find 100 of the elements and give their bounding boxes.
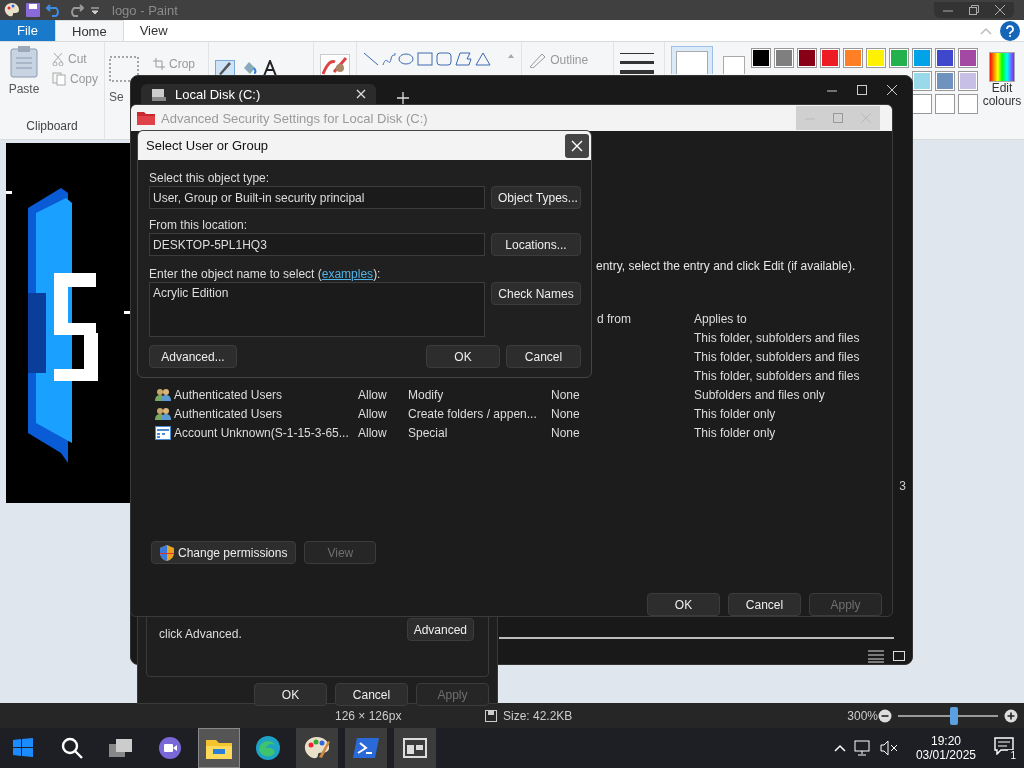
input-field[interactable]: DESKTOP-5PL1HQ3: [149, 233, 485, 256]
help-icon[interactable]: [1000, 20, 1020, 41]
ribbon-tab[interactable]: File: [0, 20, 55, 41]
paste-label[interactable]: Paste: [8, 82, 40, 96]
colour-swatch[interactable]: [958, 71, 978, 91]
explorer-tab[interactable]: Local Disk (C:): [141, 84, 376, 104]
field-label: From this location:: [149, 217, 249, 233]
colour-swatch[interactable]: [797, 48, 817, 68]
table-cell-text: Subfolders and files only: [694, 387, 826, 403]
drive-icon: [151, 86, 167, 102]
line-size-icon[interactable]: [620, 52, 655, 74]
shield-icon: [160, 544, 174, 561]
table-cell[interactable]: Authenticated Users: [174, 407, 283, 421]
colour-swatch[interactable]: [935, 94, 955, 114]
windows-icon: [12, 737, 34, 759]
dialog-button[interactable]: OK: [254, 683, 327, 706]
colour-swatch[interactable]: [935, 48, 955, 68]
colour-swatch[interactable]: [843, 48, 863, 68]
advanced-button[interactable]: Advanced...: [149, 345, 237, 368]
check-names-button[interactable]: Check Names: [491, 282, 581, 305]
close-button[interactable]: [565, 133, 589, 158]
details-view-icon[interactable]: [868, 649, 884, 663]
clock-time[interactable]: 19:20: [930, 734, 961, 748]
redo-icon[interactable]: [68, 3, 84, 17]
question-icon: [1005, 24, 1015, 37]
colour-swatch[interactable]: [912, 48, 932, 68]
colour-swatch[interactable]: [958, 48, 978, 68]
colour-swatch[interactable]: [774, 48, 794, 68]
restore-icon[interactable]: [968, 4, 980, 16]
window-title: Advanced Security Settings for Local Disk (C:): [161, 110, 428, 126]
colour-swatch[interactable]: [912, 71, 932, 91]
save-icon[interactable]: [26, 3, 40, 17]
text-icon[interactable]: [263, 60, 278, 76]
clipboard-icon[interactable]: [10, 46, 38, 78]
table-cell-text: This folder only: [694, 406, 777, 422]
colour-swatch[interactable]: [958, 94, 978, 114]
locations-button[interactable]: Locations...: [491, 233, 581, 256]
table-cell[interactable]: Authenticated Users: [174, 388, 283, 402]
input-field[interactable]: User, Group or Built-in security principal: [149, 186, 485, 209]
dialog-button[interactable]: Cancel: [728, 593, 801, 616]
monitor-icon[interactable]: [853, 740, 872, 756]
maximize-icon[interactable]: [856, 84, 868, 96]
close-icon[interactable]: [886, 84, 898, 96]
table-cell-text: Allow: [358, 387, 388, 403]
clock-date[interactable]: 03/01/2025: [915, 748, 976, 762]
colour-swatch[interactable]: [820, 48, 840, 68]
colour-swatch[interactable]: [935, 71, 955, 91]
video-chat-icon: [158, 736, 182, 760]
spectrum-icon[interactable]: [989, 52, 1015, 82]
taskbar-button[interactable]: [296, 728, 338, 768]
caret-icon[interactable]: [90, 5, 100, 15]
colour-swatch[interactable]: [751, 48, 771, 68]
select-label[interactable]: Se: [109, 90, 124, 104]
close-icon: [571, 139, 583, 152]
advanced-hint: click Advanced.: [159, 627, 242, 641]
new-tab-icon[interactable]: [397, 92, 409, 104]
zoom-in-icon[interactable]: [1004, 708, 1018, 723]
speaker-muted-icon[interactable]: [879, 740, 898, 756]
ok-button[interactable]: OK: [426, 345, 500, 368]
tiles-view-icon[interactable]: [892, 649, 906, 663]
close-icon[interactable]: [994, 4, 1006, 16]
table-cell-text: None: [551, 387, 581, 403]
input-field[interactable]: Acrylic Edition: [149, 282, 485, 337]
palette-icon: [4, 2, 20, 18]
table-cell-text: Modify: [408, 387, 445, 403]
pencil-icon[interactable]: [215, 60, 236, 76]
search-icon: [60, 736, 84, 760]
undo-icon[interactable]: [46, 3, 62, 17]
change-permissions-button[interactable]: Change permissions: [151, 541, 297, 564]
zoom-out-icon[interactable]: [878, 708, 892, 723]
taskbar-button[interactable]: [345, 728, 387, 768]
taskbar-button[interactable]: [394, 728, 436, 768]
notification-count: 1: [1008, 750, 1018, 761]
examples-link[interactable]: examples: [321, 267, 374, 281]
advanced-button[interactable]: Advanced: [406, 618, 474, 641]
table-cell-text: This folder, subfolders and files: [694, 368, 861, 384]
table-cell-text: This folder, subfolders and files: [694, 349, 861, 365]
notification-button[interactable]: 1: [994, 737, 1016, 759]
group-label: Clipboard: [25, 119, 79, 133]
table-cell-text: Special: [408, 425, 449, 441]
users-icon: [155, 407, 171, 421]
slider-thumb[interactable]: [950, 706, 958, 725]
cancel-button[interactable]: Cancel: [506, 345, 581, 368]
dialog-button[interactable]: Cancel: [335, 683, 408, 706]
brush-icon[interactable]: [320, 54, 351, 76]
column-header: Applies to: [694, 311, 748, 327]
tab-title: Local Disk (C:): [175, 86, 261, 102]
edit-colours-button[interactable]: Edit colours: [980, 82, 1024, 108]
object-types-button[interactable]: Object Types...: [491, 186, 581, 209]
users-icon: [155, 388, 171, 402]
colour-swatch[interactable]: [866, 48, 886, 68]
dialog-button[interactable]: OK: [647, 593, 720, 616]
column-header: d from: [596, 311, 632, 327]
colour-swatch[interactable]: [912, 94, 932, 114]
fill-icon[interactable]: [241, 60, 258, 76]
table-cell[interactable]: Account Unknown(S-1-15-3-65...: [174, 426, 349, 440]
window-title: logo - Paint: [112, 2, 178, 18]
selection-icon[interactable]: [109, 56, 139, 82]
colour-swatch[interactable]: [889, 48, 909, 68]
ribbon-tab[interactable]: Home: [55, 20, 124, 41]
